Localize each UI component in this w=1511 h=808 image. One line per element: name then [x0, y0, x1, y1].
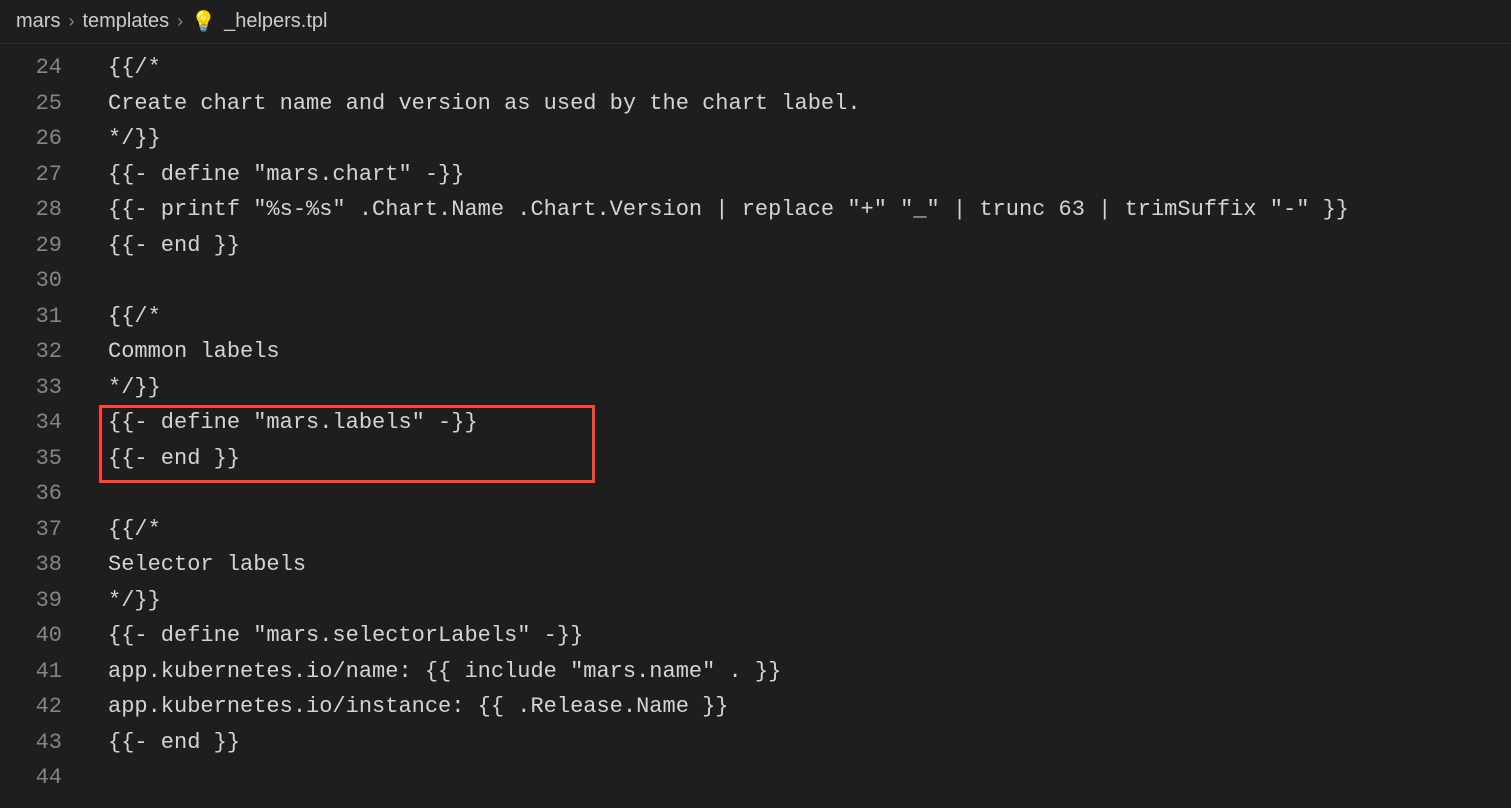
breadcrumb-item-1[interactable]: templates	[82, 10, 169, 33]
line-number: 37	[0, 512, 62, 548]
line-number: 29	[0, 228, 62, 264]
line-number: 42	[0, 689, 62, 725]
breadcrumb: mars › templates › 💡 _helpers.tpl	[0, 0, 1511, 44]
code-line[interactable]: Create chart name and version as used by…	[90, 86, 1511, 122]
lightbulb-icon: 💡	[191, 9, 216, 34]
line-number: 39	[0, 583, 62, 619]
code-line[interactable]: {{/*	[90, 50, 1511, 86]
code-line[interactable]	[90, 263, 1511, 299]
code-line[interactable]: {{- define "mars.labels" -}}	[90, 405, 1511, 441]
line-number: 40	[0, 618, 62, 654]
code-line[interactable]	[90, 760, 1511, 796]
line-number: 33	[0, 370, 62, 406]
breadcrumb-item-2[interactable]: _helpers.tpl	[224, 10, 327, 33]
code-editor[interactable]: 2425262728293031323334353637383940414243…	[0, 44, 1511, 808]
code-line[interactable]: {{/*	[90, 512, 1511, 548]
code-line[interactable]: Selector labels	[90, 547, 1511, 583]
code-line[interactable]: Common labels	[90, 334, 1511, 370]
line-number: 25	[0, 86, 62, 122]
code-line[interactable]: {{/*	[90, 299, 1511, 335]
line-number: 38	[0, 547, 62, 583]
line-number: 24	[0, 50, 62, 86]
code-line[interactable]: {{- printf "%s-%s" .Chart.Name .Chart.Ve…	[90, 192, 1511, 228]
line-number: 30	[0, 263, 62, 299]
code-line[interactable]: {{- define "mars.chart" -}}	[90, 157, 1511, 193]
code-line[interactable]: app.kubernetes.io/instance: {{ .Release.…	[90, 689, 1511, 725]
code-line[interactable]: app.kubernetes.io/name: {{ include "mars…	[90, 654, 1511, 690]
chevron-right-icon: ›	[68, 11, 74, 32]
line-number: 35	[0, 441, 62, 477]
line-number: 41	[0, 654, 62, 690]
code-line[interactable]: {{- define "mars.selectorLabels" -}}	[90, 618, 1511, 654]
line-number: 27	[0, 157, 62, 193]
code-line[interactable]	[90, 476, 1511, 512]
line-number: 32	[0, 334, 62, 370]
code-line[interactable]: */}}	[90, 121, 1511, 157]
line-number: 28	[0, 192, 62, 228]
chevron-right-icon: ›	[177, 11, 183, 32]
line-number: 34	[0, 405, 62, 441]
line-number: 31	[0, 299, 62, 335]
line-number: 43	[0, 725, 62, 761]
line-number-gutter: 2425262728293031323334353637383940414243…	[0, 44, 90, 808]
breadcrumb-item-0[interactable]: mars	[16, 10, 60, 33]
line-number: 26	[0, 121, 62, 157]
line-number: 36	[0, 476, 62, 512]
code-line[interactable]: {{- end }}	[90, 725, 1511, 761]
line-number: 44	[0, 760, 62, 796]
code-content[interactable]: {{/*Create chart name and version as use…	[90, 44, 1511, 808]
code-line[interactable]: {{- end }}	[90, 228, 1511, 264]
code-line[interactable]: */}}	[90, 583, 1511, 619]
code-line[interactable]: */}}	[90, 370, 1511, 406]
code-line[interactable]: {{- end }}	[90, 441, 1511, 477]
